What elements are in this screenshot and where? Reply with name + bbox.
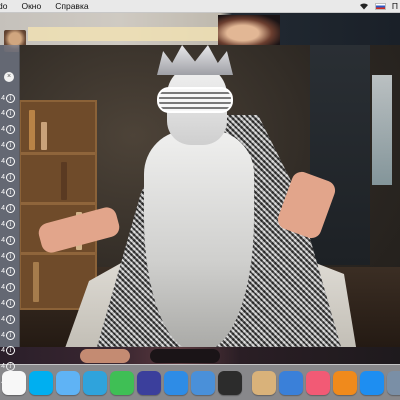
music-app-icon[interactable]	[306, 370, 330, 395]
telegram-app-icon[interactable]	[83, 370, 107, 395]
info-icon[interactable]: i	[6, 251, 15, 261]
keynote-app-icon[interactable]	[279, 370, 303, 395]
video-feed	[19, 45, 400, 347]
facetime-app-icon[interactable]	[110, 370, 134, 395]
sidebar-row[interactable]: 4i	[0, 124, 19, 136]
sidebar-row[interactable]: 4i	[0, 92, 19, 104]
sidebar-row[interactable]: 4i	[0, 345, 19, 357]
info-icon[interactable]: i	[6, 298, 15, 308]
messages-app-icon[interactable]	[56, 370, 80, 395]
sidebar-row-label: 4	[1, 284, 5, 292]
info-icon[interactable]: i	[6, 109, 15, 119]
background-window	[372, 75, 392, 185]
info-icon[interactable]: i	[6, 93, 15, 103]
photos-app-icon[interactable]	[2, 370, 26, 395]
sidebar-row[interactable]: 4i	[0, 234, 19, 246]
sidebar-row-label: 4	[1, 299, 5, 307]
sidebar-row-label: 4	[1, 252, 5, 260]
info-icon[interactable]: i	[6, 156, 15, 166]
info-icon[interactable]: i	[6, 267, 15, 277]
network-app-icon[interactable]	[191, 370, 215, 395]
costume-beard	[144, 130, 254, 347]
sidebar-row[interactable]: 4i	[0, 313, 19, 325]
system-app-icon[interactable]	[387, 370, 400, 395]
russian-flag-icon[interactable]	[374, 2, 386, 10]
info-icon[interactable]: i	[6, 346, 15, 356]
menu-bar: do Окно Справка П	[0, 0, 400, 13]
sidebar-row[interactable]: 4i	[0, 155, 19, 167]
sidebar-row-label: 4	[1, 110, 5, 118]
sidebar-row-label: 4	[1, 189, 5, 197]
info-icon[interactable]: i	[6, 314, 15, 324]
background-window-strip-bottom	[0, 347, 400, 364]
bookshelf	[19, 100, 97, 310]
dock	[0, 364, 400, 400]
preview-app-icon[interactable]	[252, 370, 276, 395]
info-icon[interactable]: i	[6, 219, 15, 229]
sidebar-row[interactable]: 4i	[0, 108, 19, 120]
sidebar-row[interactable]: 4i	[0, 171, 19, 183]
menu-item-window[interactable]: Окно	[16, 1, 41, 11]
sidebar-row[interactable]: 4i	[0, 218, 19, 230]
participant-thumbnail	[218, 15, 280, 45]
sidebar-row[interactable]: 4i	[0, 297, 19, 309]
sidebar-row-label: 4	[1, 347, 5, 355]
info-icon[interactable]: i	[6, 125, 15, 135]
info-icon[interactable]: i	[6, 188, 15, 198]
sidebar-row[interactable]: 4i	[0, 266, 19, 278]
sidebar-row[interactable]: 4i	[0, 139, 19, 151]
sidebar-row-label: 4	[1, 141, 5, 149]
close-icon[interactable]: ×	[4, 72, 14, 82]
safari-app-icon[interactable]	[164, 370, 188, 395]
sidebar-row-label: 4	[1, 331, 5, 339]
media-app-icon[interactable]	[218, 370, 242, 395]
sidebar-row[interactable]: 4i	[0, 187, 19, 199]
costume-crown	[157, 45, 233, 75]
participant-thumbnail	[150, 349, 220, 363]
sidebar-row[interactable]: 4i	[0, 282, 19, 294]
sidebar-row[interactable]: 4i	[0, 203, 19, 215]
status-area: П	[359, 1, 400, 11]
menu-item-do[interactable]: do	[0, 1, 7, 11]
sidebar: × 4i4i4i4i4i4i4i4i4i4i4i4i4i4i4i4i4i4i4i	[0, 45, 20, 387]
skype-app-icon[interactable]	[29, 370, 53, 395]
sidebar-row-label: 4	[1, 157, 5, 165]
menu-bar-clock[interactable]: П	[392, 1, 398, 11]
sidebar-row-label: 4	[1, 205, 5, 213]
menu-item-help[interactable]: Справка	[50, 1, 88, 11]
info-icon[interactable]: i	[6, 140, 15, 150]
siri-app-icon[interactable]	[137, 370, 161, 395]
shutter-glasses	[157, 87, 233, 113]
sidebar-row-label: 4	[1, 173, 5, 181]
info-icon[interactable]: i	[6, 235, 15, 245]
sidebar-row-label: 4	[1, 268, 5, 276]
info-icon[interactable]: i	[6, 283, 15, 293]
background-window-strip	[0, 13, 400, 52]
sidebar-row-label: 4	[1, 94, 5, 102]
sidebar-row-label: 4	[1, 220, 5, 228]
info-icon[interactable]: i	[6, 330, 15, 340]
books-app-icon[interactable]	[333, 370, 357, 395]
sidebar-row-label: 4	[1, 315, 5, 323]
sidebar-row-label: 4	[1, 126, 5, 134]
info-icon[interactable]: i	[6, 204, 15, 214]
app-store-icon[interactable]	[360, 370, 384, 395]
background-window-bar	[28, 27, 220, 41]
sidebar-row[interactable]: 4i	[0, 250, 19, 262]
participant-hands	[80, 349, 130, 363]
wifi-icon[interactable]	[359, 2, 369, 10]
info-icon[interactable]: i	[6, 172, 15, 182]
sidebar-row-label: 4	[1, 236, 5, 244]
sidebar-row[interactable]: 4i	[0, 329, 19, 341]
